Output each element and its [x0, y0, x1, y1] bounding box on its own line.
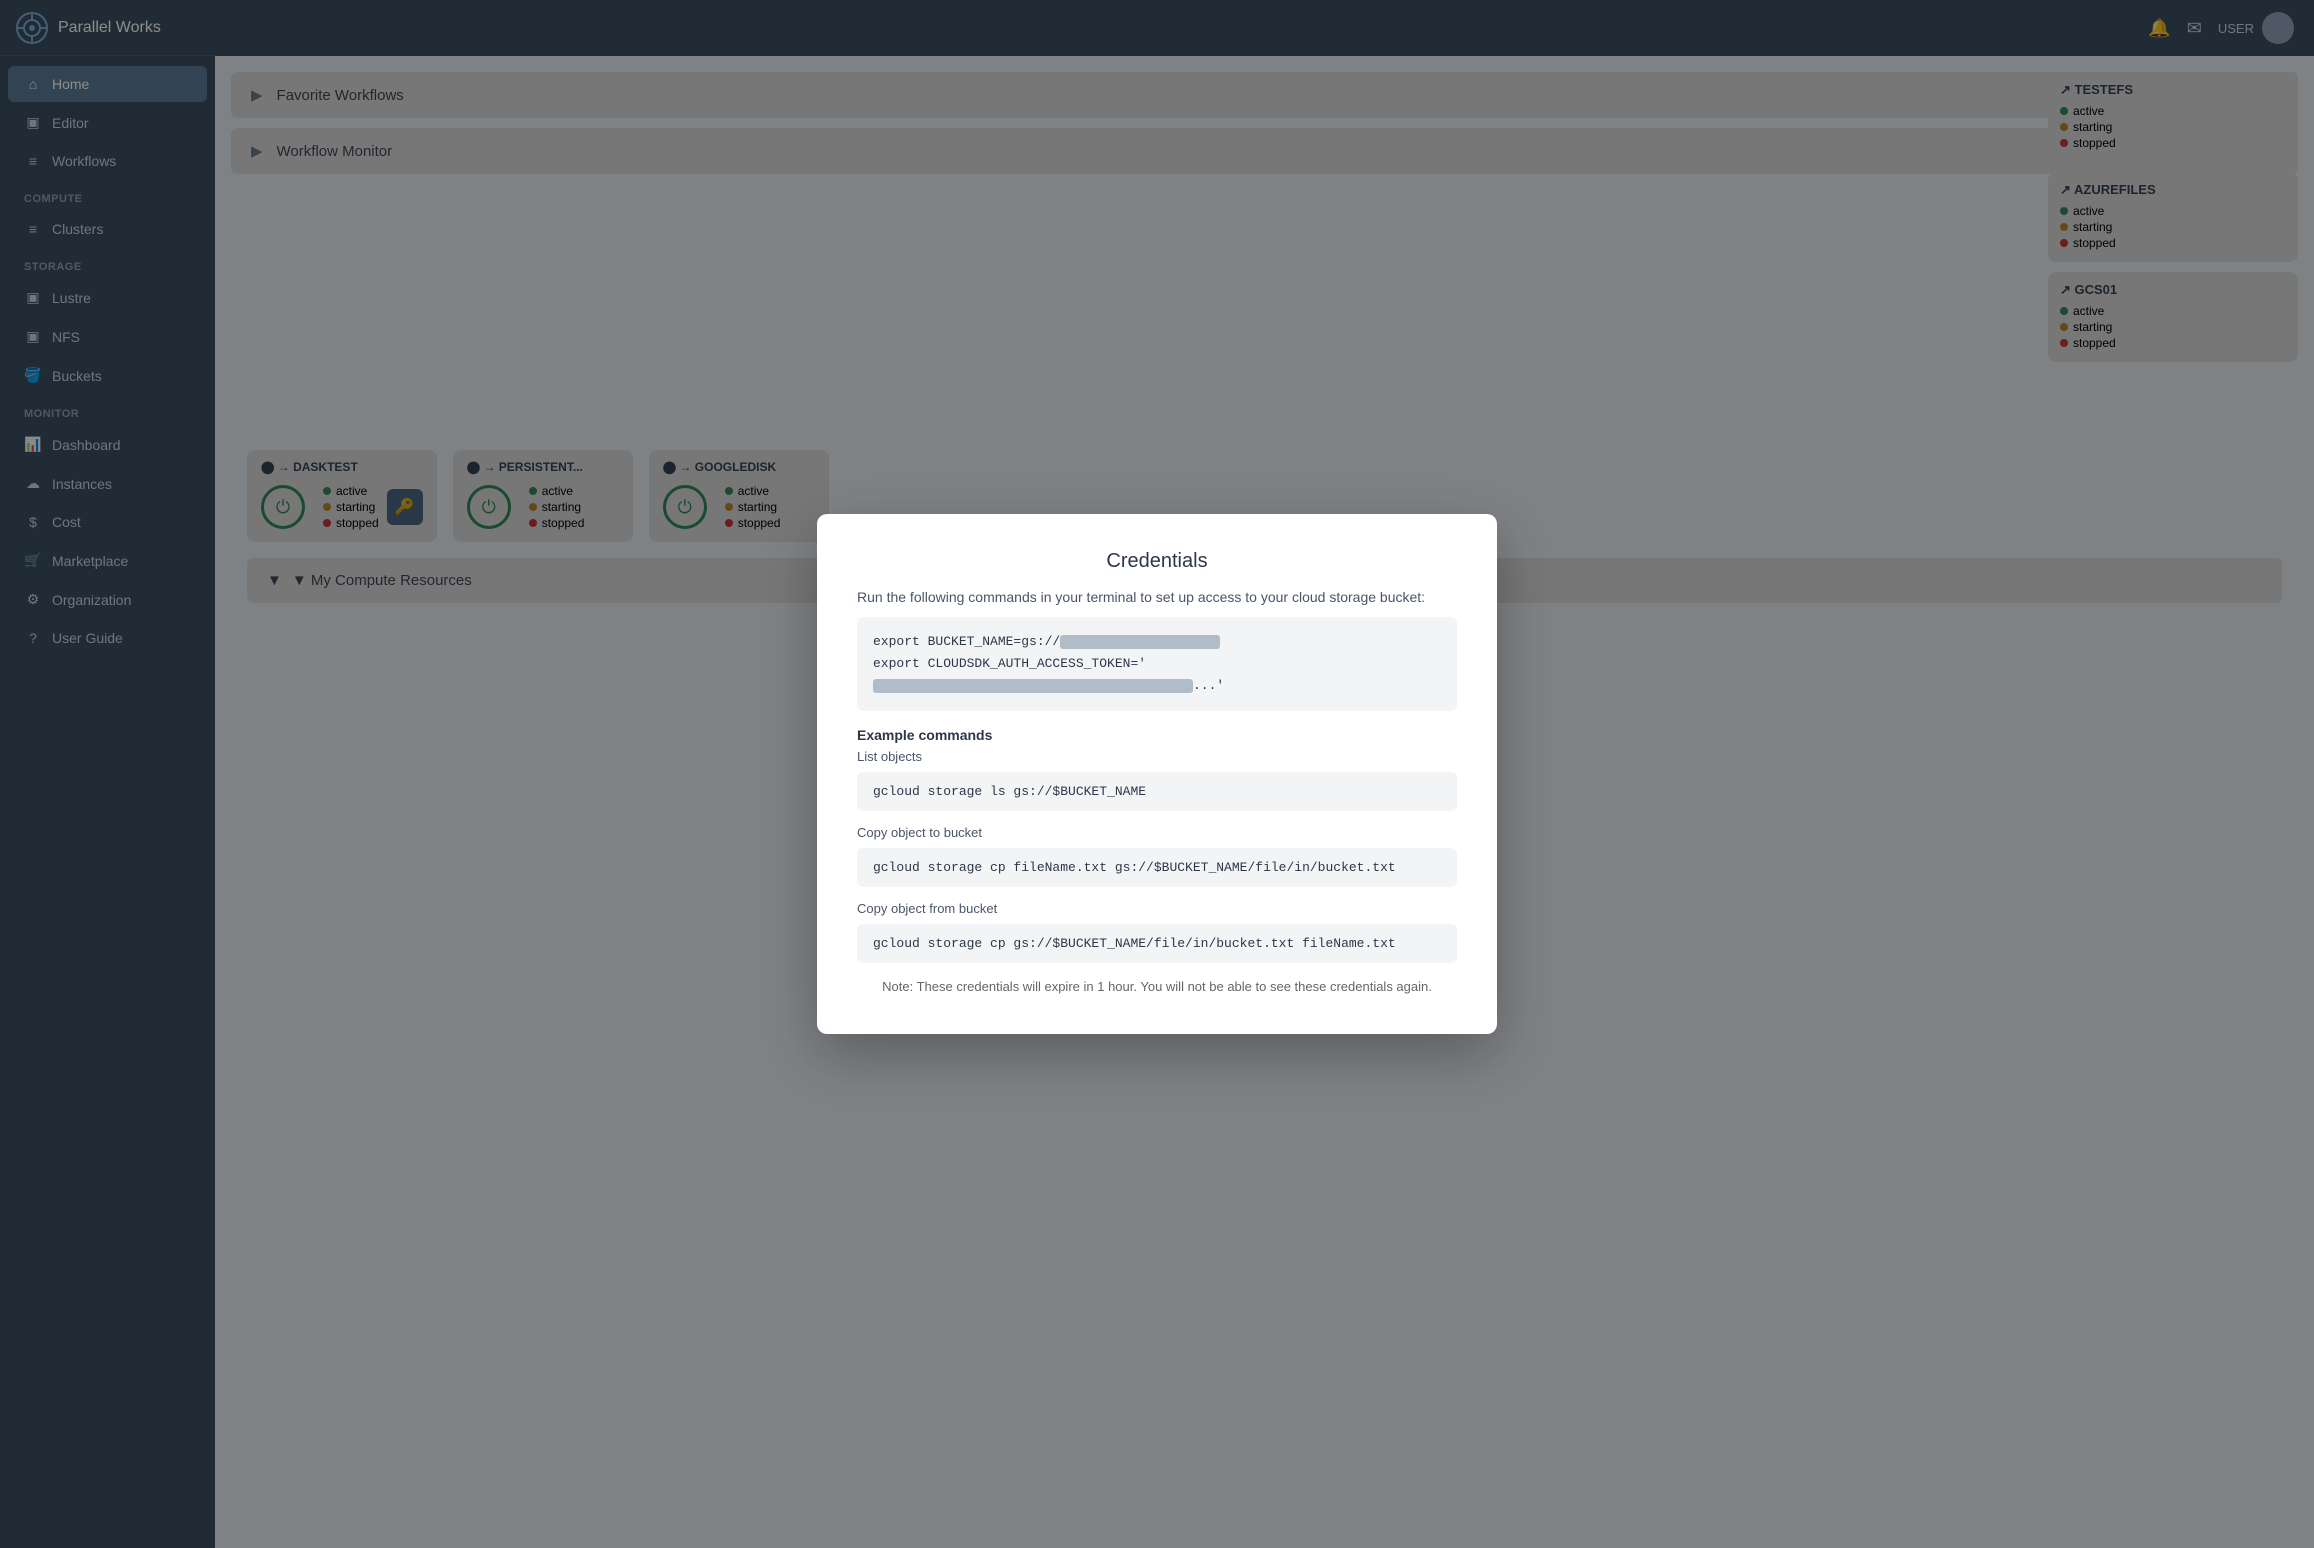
modal-overlay[interactable]: Credentials Run the following commands i… [215, 56, 2314, 1548]
copy-from-command-block: gcloud storage cp gs://$BUCKET_NAME/file… [857, 924, 1457, 963]
example-commands-heading: Example commands [857, 727, 1457, 743]
modal-note: Note: These credentials will expire in 1… [857, 977, 1457, 998]
list-objects-label: List objects [857, 749, 1457, 764]
modal-description: Run the following commands in your termi… [857, 589, 1457, 605]
export-commands-block: export BUCKET_NAME=gs:// export CLOUDSDK… [857, 617, 1457, 711]
token-redacted [873, 679, 1193, 693]
main-content: 🔔 ✉ USER ✦ Customize ▶ Favorite Workflow… [215, 0, 2314, 1548]
export-bucket-line: export BUCKET_NAME=gs:// [873, 631, 1441, 653]
export-token-line: export CLOUDSDK_AUTH_ACCESS_TOKEN='...' [873, 653, 1441, 697]
copy-to-command-block: gcloud storage cp fileName.txt gs://$BUC… [857, 848, 1457, 887]
list-command-block: gcloud storage ls gs://$BUCKET_NAME [857, 772, 1457, 811]
credentials-modal: Credentials Run the following commands i… [817, 514, 1497, 1034]
modal-title: Credentials [857, 550, 1457, 573]
content-area: ✦ Customize ▶ Favorite Workflows ▶ Workf… [215, 56, 2314, 1548]
copy-from-label: Copy object from bucket [857, 901, 1457, 916]
bucket-redacted [1060, 635, 1220, 649]
copy-to-label: Copy object to bucket [857, 825, 1457, 840]
